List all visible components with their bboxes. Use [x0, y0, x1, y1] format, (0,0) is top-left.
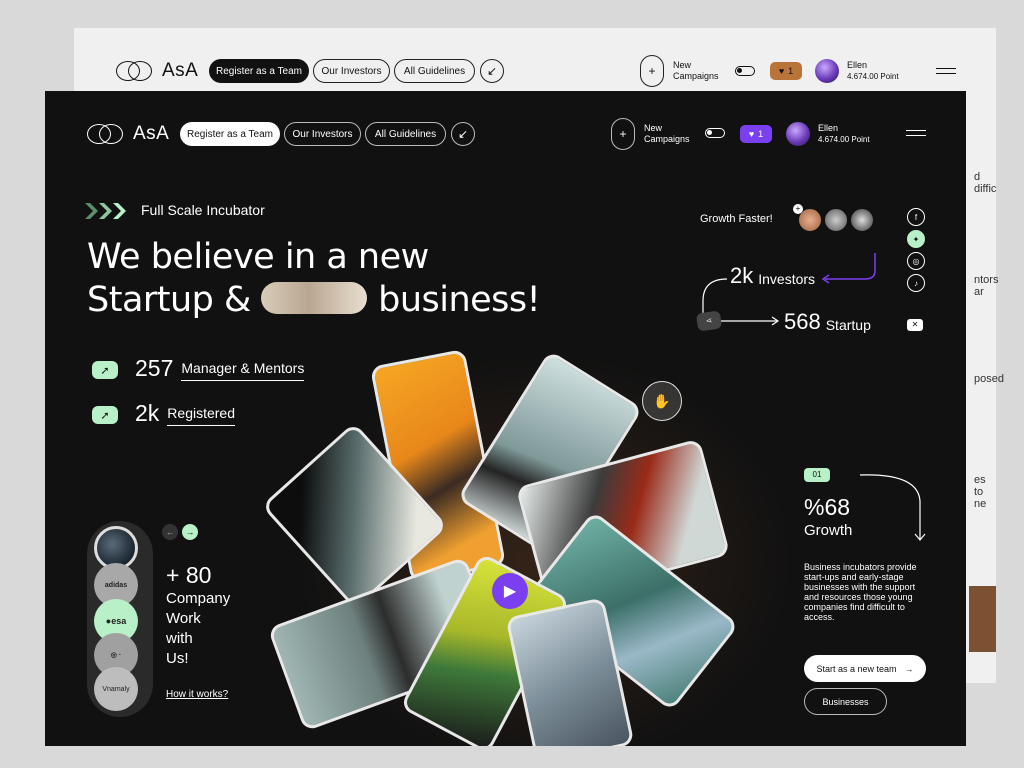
image-fan: ▶ ✋ — [261, 348, 770, 746]
user-info: Ellen 4.674.00 Point — [818, 123, 870, 144]
page-title: We believe in a new Startup & business! — [87, 237, 541, 320]
heart-icon: ♥ — [778, 66, 785, 76]
heart-icon: ♥ — [748, 129, 755, 139]
tiktok-icon[interactable]: ♪ — [907, 274, 925, 292]
bg-new-campaign-plus-icon[interactable]: + — [640, 55, 664, 87]
investors-stat: 2k Investors — [730, 263, 816, 288]
play-icon[interactable]: ▶ — [492, 573, 528, 609]
company-count: + 80 — [166, 562, 212, 588]
investor-avatar — [849, 207, 875, 233]
register-team-button[interactable]: Register as a Team — [180, 122, 280, 146]
growth-description: Business incubators provide start-ups an… — [804, 562, 917, 622]
new-campaigns-label[interactable]: New Campaigns — [644, 123, 690, 145]
menu-icon[interactable] — [906, 130, 926, 136]
bg-register-button[interactable]: Register as a Team — [209, 59, 309, 83]
bg-side-text-4: es to ne — [974, 474, 987, 510]
logo[interactable]: AsA — [87, 123, 169, 145]
businesses-button[interactable]: Businesses — [804, 688, 887, 715]
likes-badge[interactable]: ♥ 1 — [740, 125, 772, 143]
plus-icon: + — [793, 204, 803, 214]
growth-label: Growth — [804, 522, 853, 539]
bg-user-info: Ellen 4.674.00 Point — [847, 60, 899, 81]
company-label: Company Work with Us! — [166, 590, 231, 667]
eyebrow: Full Scale Incubator — [141, 202, 265, 218]
bg-logo[interactable]: AsA — [116, 60, 198, 82]
bg-side-text-1: d diffic — [974, 171, 997, 195]
investor-avatars[interactable]: + — [793, 204, 879, 233]
growth-index-badge: 01 — [804, 468, 830, 482]
stat-registered: 2k Registered — [135, 400, 235, 426]
prev-arrow-icon[interactable]: ← — [162, 524, 178, 540]
curved-arrow-icon — [860, 474, 926, 541]
bg-investors-button[interactable]: Our Investors — [313, 59, 390, 83]
instagram-icon[interactable]: ◎ — [907, 252, 925, 270]
hand-cursor-icon[interactable]: ✋ — [642, 381, 682, 421]
main-window: AsA Register as a Team Our Investors All… — [45, 91, 966, 746]
close-icon[interactable]: ✕ — [907, 319, 923, 331]
bg-guidelines-button[interactable]: All Guidelines — [394, 59, 475, 83]
bg-image-fragment — [969, 586, 996, 652]
new-campaign-plus-icon[interactable]: + — [611, 118, 635, 150]
bg-avatar[interactable] — [815, 59, 839, 83]
start-new-team-button[interactable]: Start as a new team → — [804, 655, 926, 682]
theme-toggle[interactable] — [705, 128, 725, 138]
our-investors-button[interactable]: Our Investors — [284, 122, 361, 146]
bg-likes-badge[interactable]: ♥ 1 — [770, 62, 802, 80]
user-avatar[interactable] — [786, 122, 810, 146]
arrow-right-icon: → — [904, 663, 914, 674]
inline-image-pill — [261, 282, 368, 314]
chevrons-icon — [85, 202, 129, 220]
bg-theme-toggle[interactable] — [735, 66, 755, 76]
bg-arrow-down-left-icon[interactable]: ↙ — [480, 59, 504, 83]
how-it-works-link[interactable]: How it works? — [166, 689, 228, 700]
twitter-icon[interactable]: ✦ — [907, 230, 925, 248]
all-guidelines-button[interactable]: All Guidelines — [365, 122, 446, 146]
bg-side-text-2: ntors ar — [974, 274, 999, 298]
arrow-up-right-icon[interactable]: ➚ — [92, 406, 118, 424]
arrow-up-right-icon[interactable]: ➚ — [92, 361, 118, 379]
growth-percent: %68 — [804, 494, 851, 520]
bg-new-campaigns-label[interactable]: New Campaigns — [673, 60, 719, 82]
bg-side-text-3: posed — [974, 373, 1004, 385]
arrow-down-left-icon[interactable]: ↙ — [451, 122, 475, 146]
vnamaly-logo-icon[interactable]: Vnamaly — [94, 667, 138, 711]
next-arrow-icon[interactable]: → — [182, 524, 198, 540]
startup-stat: 568 Startup — [784, 309, 871, 334]
logo-mark-icon — [116, 60, 154, 82]
facebook-icon[interactable]: f — [907, 208, 925, 226]
share-icon[interactable]: ⋖ — [695, 310, 723, 332]
growth-faster-label: Growth Faster! — [700, 213, 773, 225]
bg-menu-icon[interactable] — [936, 68, 956, 74]
logo-mark-icon — [87, 123, 125, 145]
company-logos-column: adidas ●esa ◎ · Vnamaly — [87, 521, 153, 717]
investor-avatar — [823, 207, 849, 233]
